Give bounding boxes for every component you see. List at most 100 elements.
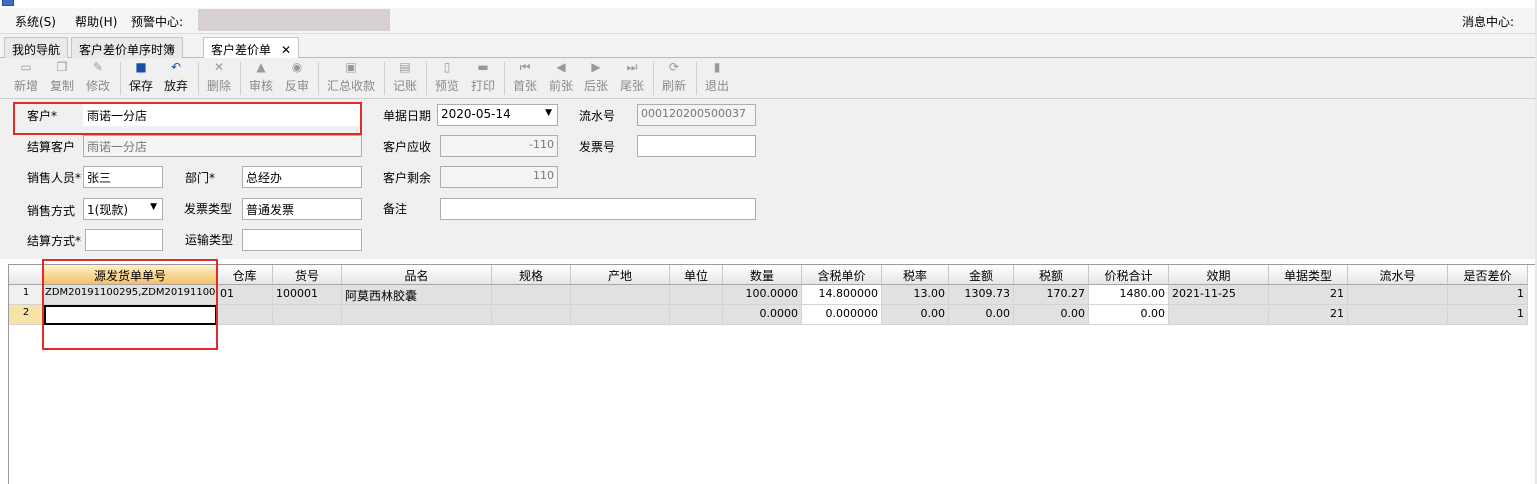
discard-button[interactable]: ↶ 放弃 <box>161 60 191 97</box>
doc-date-picker[interactable]: 2020-05-14 ▼ <box>437 104 558 126</box>
edit-button[interactable]: ✎ 修改 <box>83 60 113 97</box>
prev-button[interactable]: ◀ 前张 <box>546 60 576 97</box>
cell-qty[interactable]: 0.0000 <box>723 305 802 325</box>
cell-item-code[interactable] <box>273 305 342 325</box>
preview-icon: ▯ <box>443 60 451 74</box>
cell-item-name[interactable]: 阿莫西林胶囊 <box>342 285 492 305</box>
toolbar-separator <box>120 62 121 95</box>
save-button[interactable]: ■ 保存 <box>126 60 156 97</box>
sales-method-select[interactable]: 1(现款) ▼ <box>83 198 163 220</box>
close-tab-icon[interactable]: ✕ <box>281 43 291 57</box>
first-button[interactable]: ⏮ 首张 <box>510 60 540 97</box>
cell-tax-price[interactable]: 0.000000 <box>802 305 882 325</box>
cell-is-diff[interactable]: 1 <box>1448 285 1528 305</box>
tab-my-navigation[interactable]: 我的导航 <box>4 37 69 58</box>
col-header-item-name[interactable]: 品名 <box>342 265 492 285</box>
invoice-no-field[interactable] <box>637 135 756 157</box>
tab-customer-diff-journal[interactable]: 客户差价单序时簿 <box>71 37 184 58</box>
post-button[interactable]: ▤ 记账 <box>390 60 420 97</box>
cell-tax-rate[interactable]: 0.00 <box>882 305 949 325</box>
next-button[interactable]: ▶ 后张 <box>581 60 611 97</box>
cell-doc-type[interactable]: 21 <box>1269 285 1348 305</box>
menu-system[interactable]: 系统(S) <box>15 13 56 30</box>
col-header-tax-rate[interactable]: 税率 <box>882 265 949 285</box>
col-header-total[interactable]: 价税合计 <box>1089 265 1169 285</box>
delete-x-icon: ✕ <box>213 60 225 74</box>
dept-field[interactable]: 总经办 <box>242 166 362 188</box>
cell-spec[interactable] <box>492 285 571 305</box>
menu-help[interactable]: 帮助(H) <box>75 13 117 30</box>
cell-tax[interactable]: 0.00 <box>1014 305 1089 325</box>
transport-type-field[interactable] <box>242 229 362 251</box>
summary-icon: ▣ <box>345 60 357 74</box>
col-header-expiry[interactable]: 效期 <box>1169 265 1269 285</box>
exit-door-icon: ▮ <box>713 60 721 74</box>
remaining-label: 客户剩余 <box>383 171 432 185</box>
invoice-type-label: 发票类型 <box>184 202 233 216</box>
toolbar-separator <box>318 62 319 95</box>
summary-collect-button[interactable]: ▣ 汇总收款 <box>325 60 377 97</box>
alert-center-panel <box>198 9 390 31</box>
delete-button[interactable]: ✕ 删除 <box>204 60 234 97</box>
cell-expiry[interactable]: 2021-11-25 <box>1169 285 1269 305</box>
remaining-field: 110 <box>440 166 558 188</box>
col-header-serial[interactable]: 流水号 <box>1348 265 1448 285</box>
copy-button[interactable]: ❐ 复制 <box>47 60 77 97</box>
chevron-down-icon[interactable]: ▼ <box>150 202 157 212</box>
col-header-unit[interactable]: 单位 <box>670 265 723 285</box>
refresh-button[interactable]: ⟳ 刷新 <box>659 60 689 97</box>
row-number[interactable]: 1 <box>9 285 44 305</box>
settle-method-field[interactable] <box>85 229 163 251</box>
cell-spec[interactable] <box>492 305 571 325</box>
col-header-qty[interactable]: 数量 <box>723 265 802 285</box>
cell-item-name[interactable] <box>342 305 492 325</box>
next-arrow-icon: ▶ <box>591 60 601 74</box>
tab-label: 客户差价单序时簿 <box>79 43 176 57</box>
col-header-doc-type[interactable]: 单据类型 <box>1269 265 1348 285</box>
invoice-type-field[interactable]: 普通发票 <box>242 198 362 220</box>
cell-unit[interactable] <box>670 285 723 305</box>
cell-origin[interactable] <box>571 285 670 305</box>
tab-customer-diff-doc[interactable]: 客户差价单 ✕ <box>203 37 300 59</box>
cell-origin[interactable] <box>571 305 670 325</box>
chevron-down-icon[interactable]: ▼ <box>545 108 552 118</box>
cell-tax-rate[interactable]: 13.00 <box>882 285 949 305</box>
col-header-is-diff[interactable]: 是否差价 <box>1448 265 1528 285</box>
unaudit-button[interactable]: ◉ 反审 <box>282 60 312 97</box>
new-button[interactable]: ▭ 新增 <box>11 60 41 97</box>
cell-total[interactable]: 0.00 <box>1089 305 1169 325</box>
row-number[interactable]: 2 <box>9 305 44 325</box>
col-header-tax-price[interactable]: 含税单价 <box>802 265 882 285</box>
cell-qty[interactable]: 100.0000 <box>723 285 802 305</box>
audit-button[interactable]: ▲ 审核 <box>246 60 276 97</box>
col-header-warehouse[interactable]: 仓库 <box>217 265 273 285</box>
cell-tax[interactable]: 170.27 <box>1014 285 1089 305</box>
cell-amount[interactable]: 1309.73 <box>949 285 1014 305</box>
toolbar-separator <box>504 62 505 95</box>
cell-warehouse[interactable] <box>217 305 273 325</box>
exit-button[interactable]: ▮ 退出 <box>702 60 732 97</box>
cell-warehouse[interactable]: 01 <box>217 285 273 305</box>
settle-customer-field[interactable]: 雨诺一分店 <box>83 135 362 157</box>
salesperson-field[interactable]: 张三 <box>83 166 163 188</box>
remark-field[interactable] <box>440 198 756 220</box>
cell-is-diff[interactable]: 1 <box>1448 305 1528 325</box>
col-header-item-code[interactable]: 货号 <box>273 265 342 285</box>
cell-serial[interactable] <box>1348 305 1448 325</box>
toolbar: ▭ 新增 ❐ 复制 ✎ 修改 ■ 保存 ↶ 放弃 ✕ 删除 ▲ 审核 ◉ 反审 ▣ 汇总收款 ▤ 记… <box>0 58 1537 99</box>
cell-total[interactable]: 1480.00 <box>1089 285 1169 305</box>
col-header-amount[interactable]: 金额 <box>949 265 1014 285</box>
col-header-spec[interactable]: 规格 <box>492 265 571 285</box>
preview-button[interactable]: ▯ 预览 <box>432 60 462 97</box>
last-button[interactable]: ⏭ 尾张 <box>617 60 647 97</box>
cell-tax-price[interactable]: 14.800000 <box>802 285 882 305</box>
cell-unit[interactable] <box>670 305 723 325</box>
col-header-tax[interactable]: 税额 <box>1014 265 1089 285</box>
cell-doc-type[interactable]: 21 <box>1269 305 1348 325</box>
cell-serial[interactable] <box>1348 285 1448 305</box>
cell-expiry[interactable] <box>1169 305 1269 325</box>
cell-item-code[interactable]: 100001 <box>273 285 342 305</box>
cell-amount[interactable]: 0.00 <box>949 305 1014 325</box>
print-button[interactable]: ▬ 打印 <box>468 60 498 97</box>
col-header-origin[interactable]: 产地 <box>571 265 670 285</box>
